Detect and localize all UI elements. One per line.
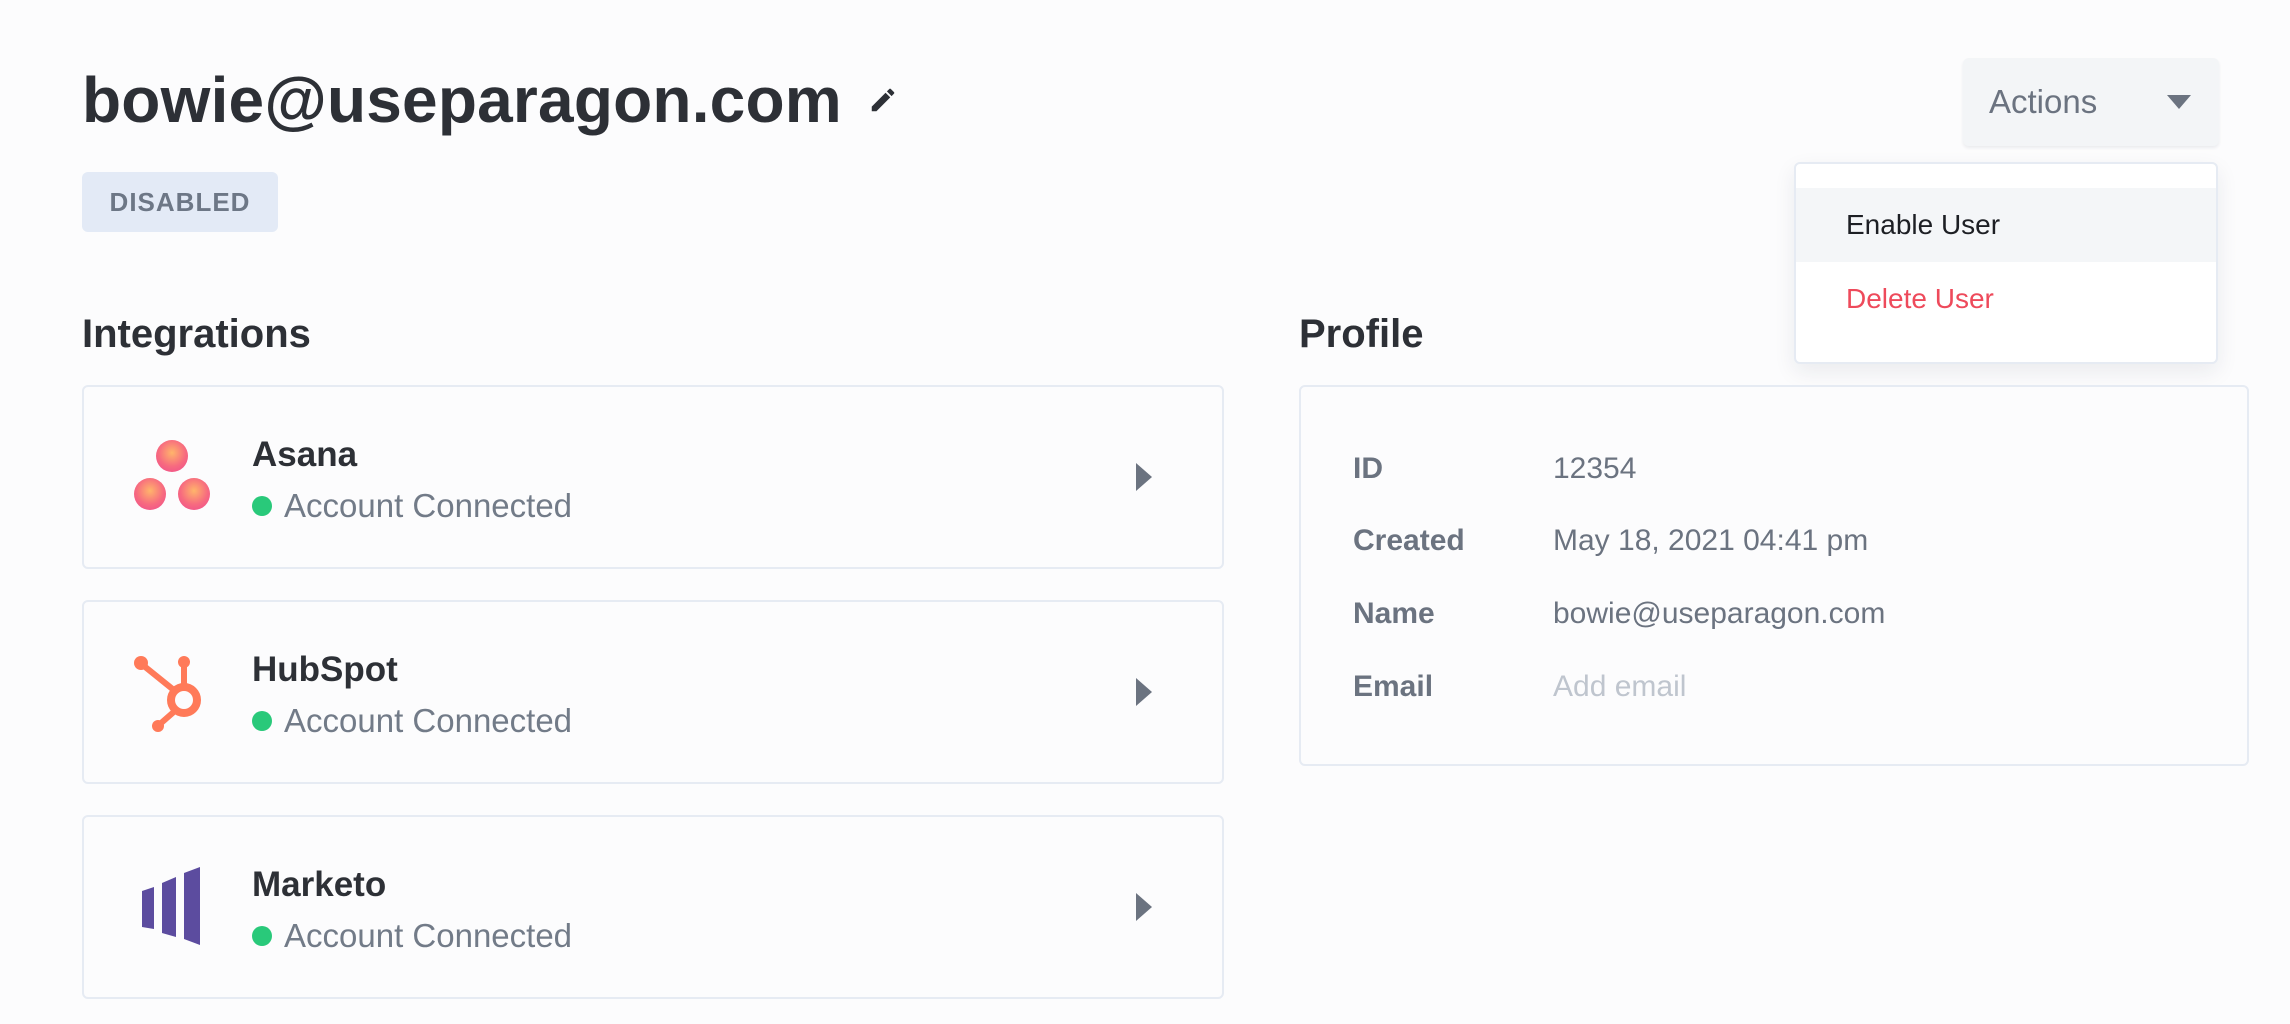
profile-key: Name — [1353, 597, 1435, 630]
integration-name: HubSpot — [252, 650, 398, 689]
actions-button-label: Actions — [1989, 83, 2098, 120]
page-title-row: bowie@useparagon.com — [82, 62, 898, 138]
integrations-heading: Integrations — [82, 312, 311, 356]
integration-status: Account Connected — [252, 917, 572, 955]
integration-status-text: Account Connected — [284, 702, 573, 739]
profile-row-name: Name bowie@useparagon.com — [1353, 594, 1885, 634]
profile-value: May 18, 2021 04:41 pm — [1553, 524, 1869, 557]
enable-user-menu-item[interactable]: Enable User — [1796, 188, 2216, 262]
profile-key: ID — [1353, 452, 1383, 485]
chevron-right-icon — [1136, 893, 1152, 921]
integration-status: Account Connected — [252, 702, 572, 740]
delete-user-menu-item[interactable]: Delete User — [1796, 262, 2216, 336]
profile-key: Email — [1353, 670, 1434, 703]
integration-name: Asana — [252, 435, 358, 474]
hubspot-logo-icon — [134, 656, 201, 732]
integration-status: Account Connected — [252, 487, 572, 525]
profile-card: ID 12354 Created May 18, 2021 04:41 pm N… — [1299, 385, 2249, 766]
caret-down-icon — [2167, 95, 2191, 109]
profile-value: 12354 — [1553, 452, 1637, 485]
chevron-right-icon — [1136, 678, 1152, 706]
profile-row-id: ID 12354 — [1353, 449, 1636, 489]
profile-row-created: Created May 18, 2021 04:41 pm — [1353, 521, 1868, 561]
integration-card-marketo[interactable]: Marketo Account Connected — [82, 815, 1224, 999]
profile-heading: Profile — [1299, 312, 1424, 356]
integration-status-text: Account Connected — [284, 917, 573, 954]
profile-key: Created — [1353, 524, 1465, 557]
chevron-right-icon — [1136, 463, 1152, 491]
integration-name: Marketo — [252, 865, 387, 904]
integration-card-hubspot[interactable]: HubSpot Account Connected — [82, 600, 1224, 784]
actions-button[interactable]: Actions — [1963, 58, 2219, 146]
add-email-field[interactable]: Add email — [1553, 670, 1686, 704]
status-dot-icon — [252, 926, 272, 946]
pencil-icon[interactable] — [868, 85, 898, 115]
status-dot-icon — [252, 496, 272, 516]
integration-card-asana[interactable]: Asana Account Connected — [82, 385, 1224, 569]
marketo-logo-icon — [142, 867, 200, 945]
page-title: bowie@useparagon.com — [82, 64, 842, 136]
profile-row-email: Email Add email — [1353, 667, 1686, 707]
actions-menu: Enable User Delete User — [1794, 162, 2218, 364]
profile-value: bowie@useparagon.com — [1553, 597, 1886, 630]
status-dot-icon — [252, 711, 272, 731]
status-badge: DISABLED — [82, 172, 278, 232]
integration-status-text: Account Connected — [284, 487, 573, 524]
asana-logo-icon — [134, 440, 210, 510]
